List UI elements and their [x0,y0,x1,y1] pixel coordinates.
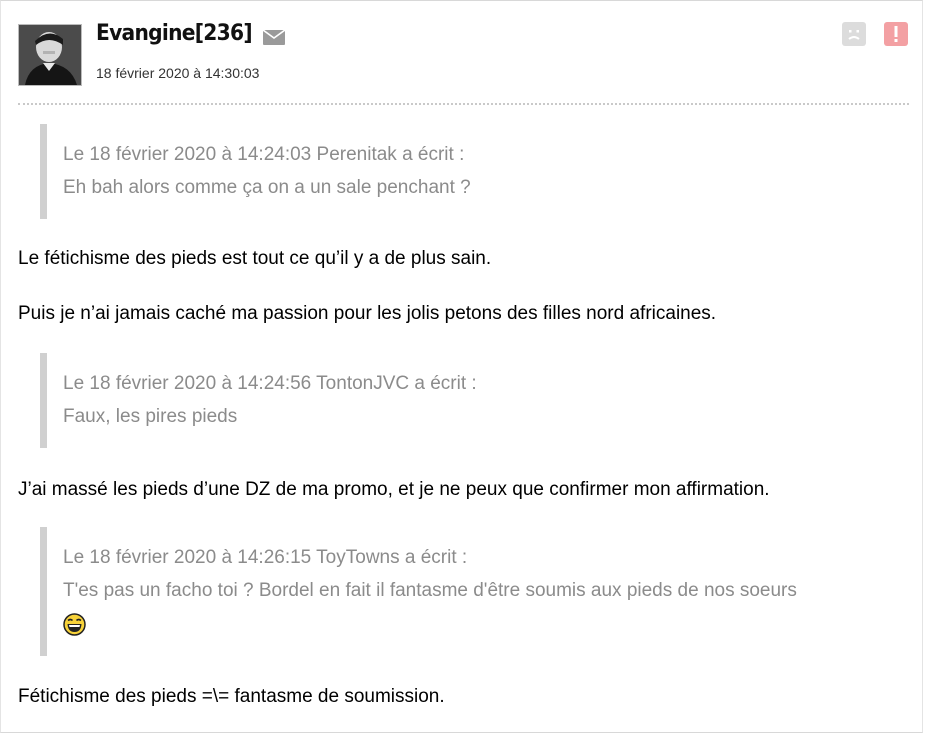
quote-header: Le 18 février 2020 à 14:26:15 ToyTowns a… [63,547,468,568]
mail-icon[interactable] [262,29,286,45]
quote-block: Le 18 février 2020 à 14:24:56 TontonJVC … [40,353,900,448]
header-divider [18,103,909,105]
quote-block: Le 18 février 2020 à 14:26:15 ToyTowns a… [40,527,900,656]
quote-header: Le 18 février 2020 à 14:24:56 TontonJVC … [63,373,477,394]
forum-post: Evangine[236] 18 février 2020 à 14:30:03… [0,0,923,733]
avatar[interactable] [18,24,82,86]
avatar-image [19,25,81,85]
post-paragraph: Puis je n’ai jamais caché ma passion pou… [18,303,717,324]
quote-header: Le 18 février 2020 à 14:24:03 Perenitak … [63,144,465,165]
post-paragraph: Le fétichisme des pieds est tout ce qu’i… [18,248,492,269]
quote-block: Le 18 février 2020 à 14:24:03 Perenitak … [40,124,900,219]
post-paragraph: J’ai massé les pieds d’une DZ de ma prom… [18,479,770,500]
sad-face-icon[interactable] [842,22,866,46]
laughing-smiley-icon [63,613,86,637]
post-paragraph: Fétichisme des pieds =\= fantasme de sou… [18,686,445,707]
quote-text: T'es pas un facho toi ? Bordel en fait i… [63,580,797,601]
quote-text: Eh bah alors comme ça on a un sale pench… [63,177,471,198]
author-name[interactable]: Evangine[236] [96,21,253,46]
quote-text: Faux, les pires pieds [63,406,238,427]
post-date: 18 février 2020 à 14:30:03 [96,65,260,81]
alert-icon[interactable] [884,22,908,46]
